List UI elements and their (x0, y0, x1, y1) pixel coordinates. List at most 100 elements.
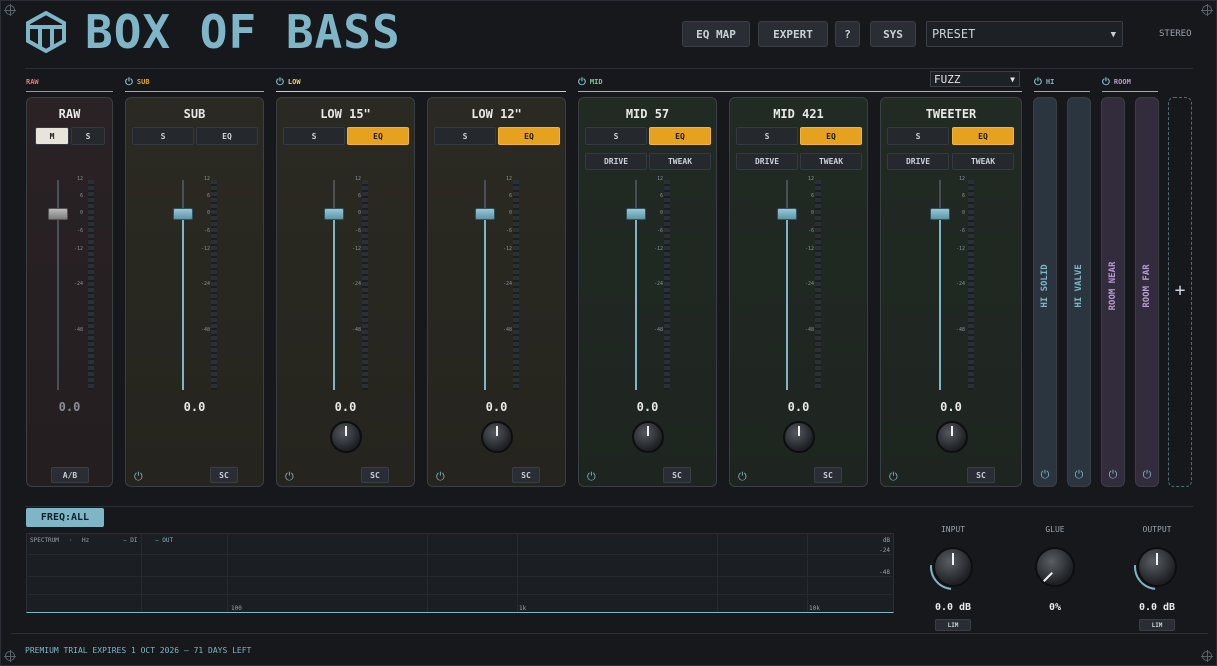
slot-label: HI SOLID (1040, 264, 1050, 308)
logo-icon (26, 11, 66, 53)
eq-button[interactable]: EQ (498, 127, 560, 145)
drive-button[interactable]: DRIVE (736, 153, 798, 170)
power-icon[interactable]: ⏻ (587, 470, 596, 484)
sidechain-button[interactable]: SC (814, 467, 842, 483)
mute-button[interactable]: M (35, 127, 69, 145)
ab-button[interactable]: A/B (51, 467, 89, 483)
output-lim-button[interactable]: LIM (1139, 619, 1175, 631)
tone-knob[interactable] (936, 421, 968, 453)
slot-hi-valve[interactable]: HI VALVE ⏻ (1067, 97, 1091, 487)
channel-strip-raw: RAW M S 12 6 0 -6 -12 -24 -48 0.0 A/B (26, 97, 113, 487)
power-icon[interactable]: ⏻ (578, 77, 586, 88)
group-room: ⏻ ROOM (1102, 73, 1158, 92)
spectrum-label: SPECTRUM (30, 537, 59, 544)
channel-strip-mid-57: MID 57 S EQ DRIVE TWEAK 12 6 0 -6 -12 -24 -48 … (578, 97, 717, 487)
solo-button[interactable]: S (434, 127, 496, 145)
sidechain-button[interactable]: SC (967, 467, 995, 483)
tweak-button[interactable]: TWEAK (800, 153, 862, 170)
add-slot-button[interactable]: + (1168, 97, 1192, 487)
eq-button[interactable]: EQ (649, 127, 711, 145)
group-room-label: ROOM (1113, 78, 1131, 86)
solo-button[interactable]: S (887, 127, 949, 145)
channel-name: RAW (58, 107, 81, 121)
fader-handle[interactable] (475, 208, 495, 220)
header-divider (25, 68, 1193, 69)
eq-button[interactable]: EQ (952, 127, 1014, 145)
drive-button[interactable]: DRIVE (887, 153, 949, 170)
expert-button[interactable]: EXPERT (758, 21, 828, 47)
slot-hi-solid[interactable]: HI SOLID ⏻ (1033, 97, 1057, 487)
input-label: INPUT (940, 525, 966, 534)
channel-strip-sub: SUB S EQ 12 6 0 -6 -12 -24 -48 0.0 ⏻ SC (125, 97, 264, 487)
tone-knob[interactable] (481, 421, 513, 453)
sidechain-button[interactable]: SC (361, 467, 389, 483)
sidechain-button[interactable]: SC (512, 467, 540, 483)
tone-knob[interactable] (632, 421, 664, 453)
fader-handle[interactable] (173, 208, 193, 220)
slot-room-near[interactable]: ROOM NEAR ⏻ (1101, 97, 1125, 487)
tweak-button[interactable]: TWEAK (649, 153, 711, 170)
drive-button[interactable]: DRIVE (585, 153, 647, 170)
fader-handle[interactable] (324, 208, 344, 220)
power-icon[interactable]: ⏻ (1136, 468, 1158, 482)
preset-value: PRESET (932, 27, 976, 41)
channel-name: TWEETER (925, 107, 977, 121)
section-divider (25, 506, 1193, 507)
mid-mode-select[interactable]: FUZZ ▼ (930, 71, 1020, 87)
group-sub-label: SUB (136, 78, 150, 86)
slot-label: HI VALVE (1074, 264, 1084, 308)
solo-button[interactable]: S (132, 127, 194, 145)
power-icon[interactable]: ⏻ (1034, 468, 1056, 482)
input-lim-button[interactable]: LIM (935, 619, 971, 631)
power-icon[interactable]: ⏻ (1034, 77, 1042, 88)
power-icon[interactable]: ⏻ (134, 470, 143, 484)
channel-strip-low-12: LOW 12" S EQ 12 6 0 -6 -12 -24 -48 0.0 ⏻ SC (427, 97, 566, 487)
fader-handle[interactable] (930, 208, 950, 220)
input-knob[interactable] (933, 547, 973, 587)
glue-knob[interactable] (1035, 547, 1075, 587)
solo-button[interactable]: S (585, 127, 647, 145)
power-icon[interactable]: ⏻ (889, 470, 898, 484)
fader-handle[interactable] (626, 208, 646, 220)
tone-knob[interactable] (783, 421, 815, 453)
solo-button[interactable]: S (283, 127, 345, 145)
channel-strip-low-15: LOW 15" S EQ 12 6 0 -6 -12 -24 -48 0.0 ⏻ SC (276, 97, 415, 487)
power-icon[interactable]: ⏻ (285, 470, 294, 484)
sidechain-button[interactable]: SC (210, 467, 238, 483)
eq-button[interactable]: EQ (196, 127, 258, 145)
spectrum-analyzer: SPECTRUM · Hz — DI — OUT dB -24 -48 100 … (26, 533, 894, 613)
power-icon[interactable]: ⏻ (738, 470, 747, 484)
level-meter (968, 180, 974, 390)
level-meter (815, 180, 821, 390)
level-meter (88, 180, 94, 390)
freq-all-button[interactable]: FREQ:ALL (26, 508, 104, 527)
power-icon[interactable]: ⏻ (276, 77, 284, 88)
tweak-button[interactable]: TWEAK (952, 153, 1014, 170)
channel-name: MID 421 (773, 107, 824, 121)
preset-select[interactable]: PRESET ▼ (926, 21, 1123, 47)
chevron-down-icon: ▼ (1010, 75, 1015, 84)
channel-name: LOW 12" (471, 107, 522, 121)
solo-button[interactable]: S (736, 127, 798, 145)
sidechain-button[interactable]: SC (663, 467, 691, 483)
glue-label: GLUE (1045, 525, 1065, 534)
fader-handle[interactable] (777, 208, 797, 220)
fader-handle[interactable] (48, 208, 68, 220)
help-button[interactable]: ? (835, 21, 860, 47)
power-icon[interactable]: ⏻ (436, 470, 445, 484)
power-icon[interactable]: ⏻ (125, 77, 133, 88)
eq-button[interactable]: EQ (800, 127, 862, 145)
group-hi-label: HI (1045, 78, 1055, 86)
eq-map-button[interactable]: EQ MAP (682, 21, 750, 47)
power-icon[interactable]: ⏻ (1102, 77, 1110, 88)
sys-button[interactable]: SYS (870, 21, 916, 47)
plus-icon: + (1174, 280, 1186, 301)
slot-room-far[interactable]: ROOM FAR ⏻ (1135, 97, 1159, 487)
eq-button[interactable]: EQ (347, 127, 409, 145)
power-icon[interactable]: ⏻ (1068, 468, 1090, 482)
solo-button[interactable]: S (71, 127, 105, 145)
power-icon[interactable]: ⏻ (1102, 468, 1124, 482)
tone-knob[interactable] (330, 421, 362, 453)
output-knob[interactable] (1137, 547, 1177, 587)
slot-label: ROOM NEAR (1108, 261, 1118, 311)
